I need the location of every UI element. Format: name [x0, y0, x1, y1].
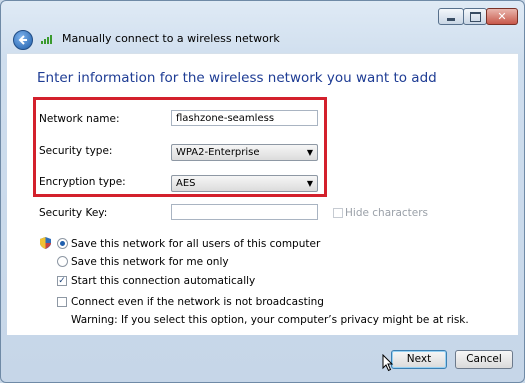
dialog-title: Manually connect to a wireless network — [62, 32, 280, 45]
maximize-button[interactable] — [463, 8, 487, 25]
hide-characters-checkbox[interactable] — [333, 208, 343, 218]
dialog-header: Manually connect to a wireless network — [5, 27, 520, 50]
save-me-only-label: Save this network for me only — [71, 256, 229, 268]
security-type-value: WPA2-Enterprise — [176, 147, 260, 158]
security-key-input[interactable] — [171, 204, 318, 220]
content-panel: Enter information for the wireless netwo… — [7, 53, 518, 335]
encryption-type-value: AES — [176, 178, 196, 189]
save-all-users-radio[interactable] — [57, 238, 68, 249]
save-me-only-radio[interactable] — [57, 256, 68, 267]
security-type-label: Security type: — [39, 145, 113, 157]
encryption-type-label: Encryption type: — [39, 176, 126, 188]
minimize-icon — [447, 18, 455, 21]
minimize-button[interactable] — [438, 8, 464, 25]
dropdown-arrow-icon: ▼ — [306, 148, 313, 157]
connect-not-broadcasting-label: Connect even if the network is not broad… — [71, 296, 324, 308]
mouse-cursor-icon — [382, 354, 394, 372]
start-automatically-label: Start this connection automatically — [71, 275, 256, 287]
encryption-type-select[interactable]: AES ▼ — [171, 175, 318, 192]
close-icon: ✕ — [497, 10, 507, 23]
title-bar: ✕ — [1, 1, 524, 27]
network-name-label: Network name: — [39, 113, 120, 125]
dialog-window: ✕ Manually connect to a wireless network… — [0, 0, 525, 383]
security-key-label: Security Key: — [39, 207, 108, 219]
hide-characters-label: Hide characters — [345, 207, 429, 219]
wireless-signal-icon — [41, 35, 52, 44]
next-button[interactable]: Next — [391, 350, 447, 369]
network-name-input[interactable]: flashzone-seamless — [171, 110, 318, 126]
save-all-users-label: Save this network for all users of this … — [71, 238, 321, 250]
connect-not-broadcasting-checkbox[interactable] — [57, 297, 67, 307]
page-heading: Enter information for the wireless netwo… — [37, 70, 437, 86]
security-type-select[interactable]: WPA2-Enterprise ▼ — [171, 144, 318, 161]
back-arrow-icon — [18, 35, 27, 45]
shield-icon — [40, 237, 51, 249]
dropdown-arrow-icon: ▼ — [306, 179, 313, 188]
start-automatically-checkbox[interactable]: ✓ — [57, 276, 67, 286]
cancel-button[interactable]: Cancel — [455, 350, 513, 369]
maximize-icon — [469, 11, 481, 22]
privacy-warning-text: Warning: If you select this option, your… — [71, 314, 469, 326]
back-button[interactable] — [13, 30, 33, 50]
close-button[interactable]: ✕ — [486, 8, 518, 25]
